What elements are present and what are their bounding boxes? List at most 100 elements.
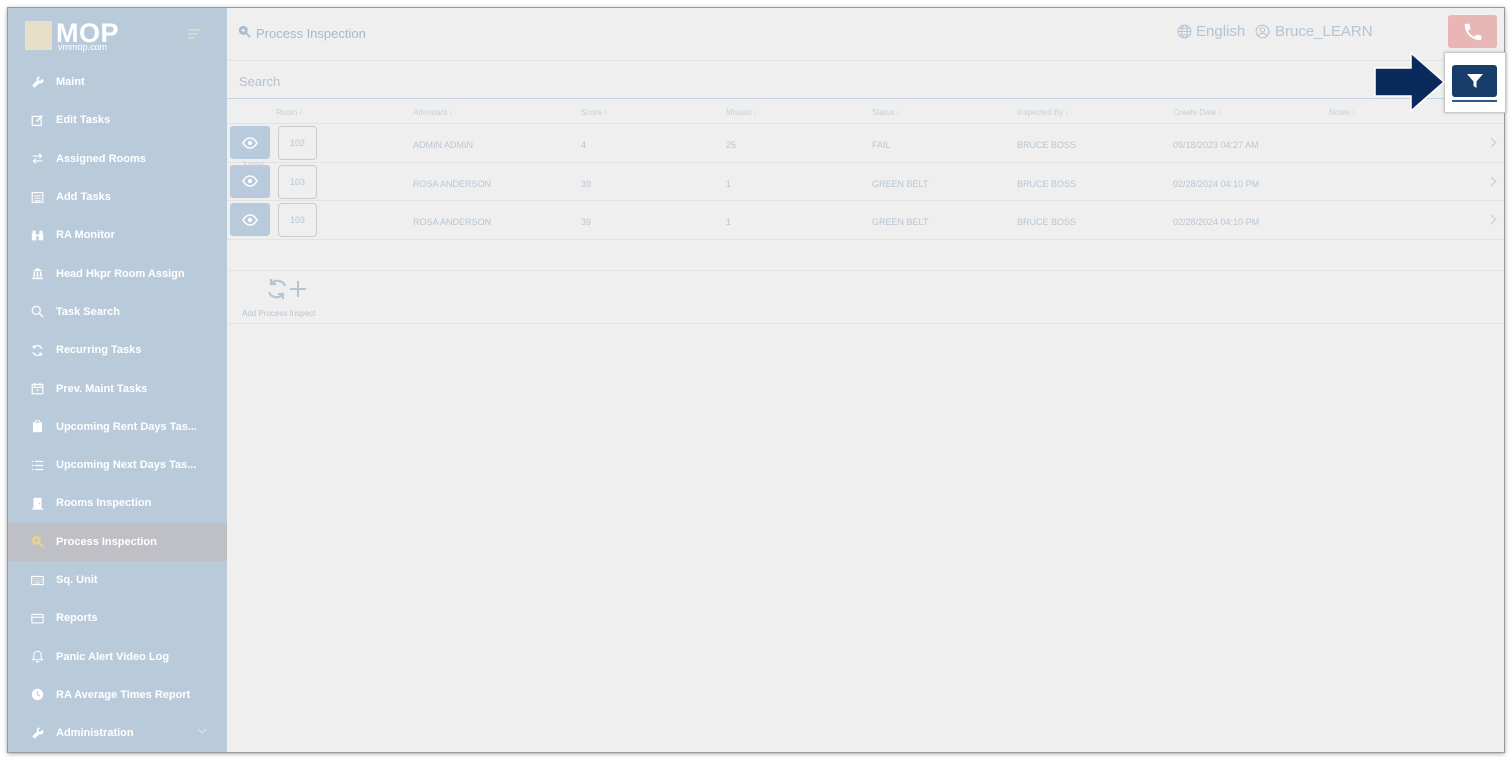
room-number[interactable]: 103 bbox=[278, 164, 317, 199]
score-cell: 39 bbox=[581, 178, 592, 189]
sidebar-item-ra-average-times-report[interactable]: RA Average Times Report bbox=[8, 676, 227, 714]
column-header-status[interactable]: Status ⁝ bbox=[872, 108, 899, 117]
sidebar-item-label: Add Tasks bbox=[56, 191, 111, 204]
search-plus-icon bbox=[238, 25, 251, 41]
eye-icon bbox=[242, 136, 258, 149]
menu-toggle-icon[interactable] bbox=[188, 27, 202, 41]
logo[interactable]: MOP vmmop.com bbox=[8, 8, 227, 64]
language-selector[interactable]: English bbox=[1177, 23, 1245, 40]
column-header-inspected-by[interactable]: Inspected By ⁝ bbox=[1017, 108, 1068, 117]
search-icon bbox=[30, 305, 44, 319]
sync-plus-icon bbox=[266, 277, 310, 307]
view-button[interactable] bbox=[230, 203, 270, 236]
status-cell: GREEN BELT bbox=[872, 217, 929, 227]
room-number[interactable]: 102 bbox=[278, 126, 317, 160]
logo-mark bbox=[25, 21, 52, 50]
building-icon bbox=[30, 267, 44, 281]
room-number[interactable]: 103 bbox=[278, 203, 317, 237]
sync-icon bbox=[30, 343, 44, 357]
chevron-right-icon[interactable] bbox=[1490, 135, 1497, 151]
phone-icon bbox=[1461, 21, 1485, 48]
sidebar-item-ra-monitor[interactable]: RA Monitor bbox=[8, 216, 227, 254]
sidebar-item-head-hkpr-room-assign[interactable]: Head Hkpr Room Assign bbox=[8, 254, 227, 292]
chevron-right-icon[interactable] bbox=[1490, 174, 1497, 190]
filter-underline bbox=[1452, 100, 1497, 102]
column-header-attendant[interactable]: Attendant ⁝ bbox=[413, 108, 452, 117]
view-button[interactable] bbox=[230, 164, 270, 198]
user-menu[interactable]: Bruce_LEARN bbox=[1255, 23, 1373, 40]
attendant-cell: ROSA ANDERSON bbox=[413, 217, 492, 227]
sidebar-item-recurring-tasks[interactable]: Recurring Tasks bbox=[8, 331, 227, 369]
sidebar-item-add-tasks[interactable]: Add Tasks bbox=[8, 178, 227, 216]
sidebar-item-reports[interactable]: Reports bbox=[8, 599, 227, 637]
main-content: Process Inspection English Bruce_LEARN S… bbox=[227, 8, 1504, 752]
edit-icon bbox=[30, 113, 44, 127]
sidebar-item-task-search[interactable]: Task Search bbox=[8, 293, 227, 331]
list-bullets-icon bbox=[30, 458, 44, 472]
search-input[interactable] bbox=[239, 74, 1139, 89]
attendant-cell: ROSA ANDERSON bbox=[413, 178, 492, 189]
chevron-right-icon[interactable] bbox=[1490, 212, 1497, 228]
sidebar-item-label: Upcoming Next Days Tas... bbox=[56, 459, 197, 472]
search-bar bbox=[227, 62, 1504, 99]
list-icon bbox=[30, 190, 44, 204]
sidebar-item-process-inspection[interactable]: Process Inspection bbox=[8, 522, 227, 561]
calendar-icon bbox=[30, 382, 44, 396]
add-process-inspect-button[interactable]: Add Process Inspect bbox=[242, 275, 332, 321]
total-count: 3 total bbox=[242, 160, 264, 169]
column-header-missed[interactable]: Missed ⁝ bbox=[726, 108, 756, 117]
sidebar-item-assigned-rooms[interactable]: Assigned Rooms bbox=[8, 140, 227, 178]
table-header: Room ⁝ Attendant ⁝ Score ⁝ Missed ⁝ Stat… bbox=[227, 100, 1504, 124]
column-header-create-date[interactable]: Create Date ⁝ bbox=[1173, 108, 1221, 117]
card-icon bbox=[30, 611, 44, 625]
search-plus-icon bbox=[30, 535, 44, 549]
phone-button[interactable] bbox=[1448, 15, 1497, 48]
clipboard-icon bbox=[30, 420, 44, 434]
create-date-cell: 02/28/2024 04:10 PM bbox=[1173, 178, 1260, 189]
status-cell: GREEN BELT bbox=[872, 178, 929, 189]
user-name: Bruce_LEARN bbox=[1275, 23, 1373, 40]
missed-cell: 1 bbox=[726, 178, 732, 189]
filter-button[interactable] bbox=[1452, 65, 1497, 97]
wrench-icon bbox=[30, 75, 44, 89]
create-date-cell: 09/18/2023 04:27 AM bbox=[1173, 140, 1259, 150]
sidebar-item-maint[interactable]: Maint bbox=[8, 63, 227, 101]
sidebar-item-administration[interactable]: Administration bbox=[8, 714, 227, 752]
keyboard-icon bbox=[30, 573, 44, 587]
view-button[interactable] bbox=[230, 126, 270, 159]
sidebar-item-panic-alert-video-log[interactable]: Panic Alert Video Log bbox=[8, 637, 227, 675]
chevron-down-icon[interactable] bbox=[197, 727, 207, 737]
sidebar-item-sq-unit[interactable]: Sq. Unit bbox=[8, 561, 227, 599]
page-title-text: Process Inspection bbox=[256, 25, 366, 41]
top-bar: Process Inspection English Bruce_LEARN bbox=[227, 8, 1504, 61]
sidebar-item-rooms-inspection[interactable]: Rooms Inspection bbox=[8, 484, 227, 522]
sidebar-item-label: Administration bbox=[56, 727, 134, 740]
column-header-room[interactable]: Room ⁝ bbox=[276, 108, 302, 117]
create-date-cell: 02/28/2024 04:10 PM bbox=[1173, 217, 1260, 227]
clock-icon bbox=[30, 688, 44, 702]
app-window: MOP vmmop.com Maint Edit Tasks Assigned … bbox=[7, 7, 1505, 753]
table-row[interactable]: 102 ADMIN ADMIN 4 25 FAIL BRUCE BOSS 09/… bbox=[227, 124, 1504, 163]
sidebar-item-edit-tasks[interactable]: Edit Tasks bbox=[8, 101, 227, 139]
sidebar-item-upcoming-next-days-tasks[interactable]: Upcoming Next Days Tas... bbox=[8, 446, 227, 484]
table-row[interactable]: 103 ROSA ANDERSON 39 1 GREEN BELT BRUCE … bbox=[227, 163, 1504, 201]
sidebar-item-label: Reports bbox=[56, 612, 98, 625]
sidebar-item-label: Head Hkpr Room Assign bbox=[56, 267, 185, 280]
column-header-notes[interactable]: Notes ⁝ bbox=[1329, 108, 1355, 117]
door-icon bbox=[30, 496, 44, 510]
sidebar-item-upcoming-rent-days-tasks[interactable]: Upcoming Rent Days Tas... bbox=[8, 408, 227, 446]
sidebar-item-label: Panic Alert Video Log bbox=[56, 650, 170, 663]
page-title: Process Inspection bbox=[238, 25, 366, 41]
sidebar-nav: Maint Edit Tasks Assigned Rooms Add Task… bbox=[8, 63, 227, 752]
table-row[interactable]: 103 ROSA ANDERSON 39 1 GREEN BELT BRUCE … bbox=[227, 201, 1504, 240]
sidebar-item-label: Edit Tasks bbox=[56, 114, 111, 127]
sidebar-item-label: RA Monitor bbox=[56, 229, 115, 242]
filter-icon bbox=[1466, 74, 1483, 88]
column-header-score[interactable]: Score ⁝ bbox=[581, 108, 607, 117]
logo-subtext: vmmop.com bbox=[58, 42, 108, 52]
eye-icon bbox=[242, 175, 258, 187]
sidebar-item-prev-maint-tasks[interactable]: Prev. Maint Tasks bbox=[8, 369, 227, 407]
language-label: English bbox=[1196, 23, 1246, 40]
inspected-by-cell: BRUCE BOSS bbox=[1017, 140, 1077, 150]
add-area: Add Process Inspect bbox=[227, 270, 1504, 324]
